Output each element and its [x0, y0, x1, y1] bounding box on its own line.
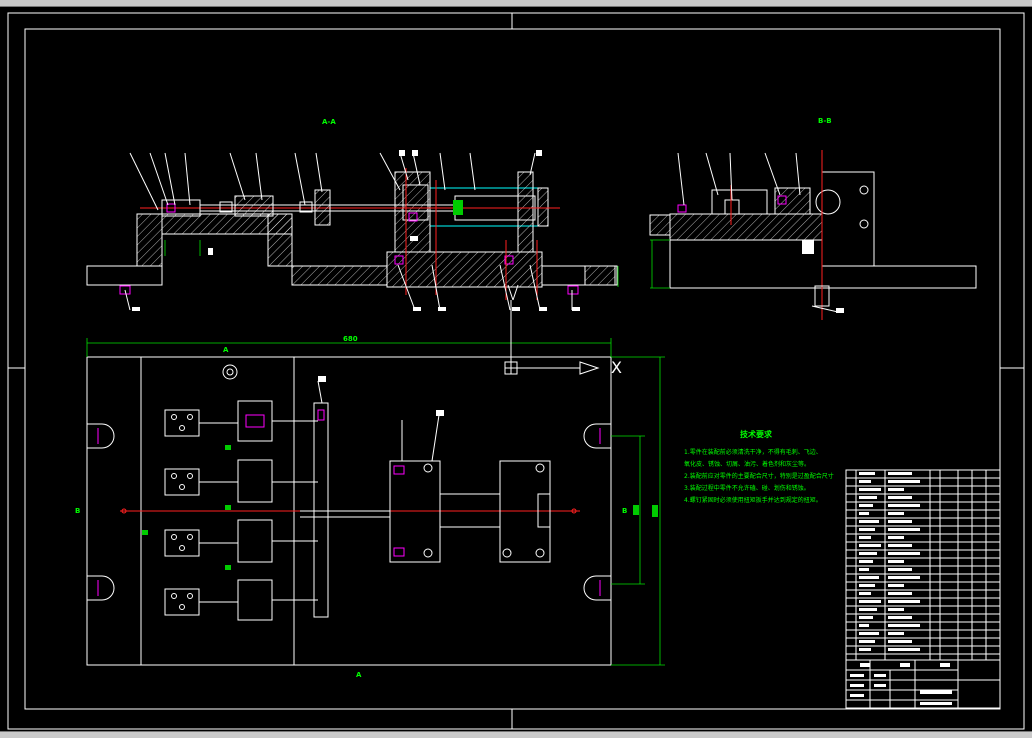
title-block — [845, 659, 1001, 709]
section-mark-a-bottom: A — [356, 671, 362, 679]
toolbar-strip — [0, 0, 1032, 7]
tech-req-line-5: 4.螺钉紧固时必须使用扭矩扳手并达到规定的扭矩。 — [684, 496, 822, 504]
overall-dimension-text: 680 — [343, 335, 358, 343]
section-view-a — [86, 150, 619, 311]
tech-req-title: 技术要求 — [740, 429, 773, 439]
status-strip — [0, 731, 1032, 738]
section-mark-b-right: B — [622, 507, 627, 515]
section-view-b — [649, 150, 977, 320]
section-mark-a-top: A — [223, 346, 229, 354]
tech-req-line-4: 3.装配过程中零件不允许磕、碰、划伤和锈蚀。 — [684, 484, 810, 492]
arrow-label: X — [611, 358, 622, 377]
tech-req-line-3: 2.装配前应对零件的主要配合尺寸，特别是过盈配合尺寸 — [684, 472, 834, 480]
view-label-b: B-B — [818, 117, 832, 125]
technical-requirements: 技术要求 1.零件在装配前必须清洗干净，不得有毛刺、飞边、 氧化皮、锈蚀、切屑、… — [684, 429, 834, 504]
plan-view: 680 A A B B X — [75, 300, 665, 679]
tech-req-line-1: 1.零件在装配前必须清洗干净，不得有毛刺、飞边、 — [684, 448, 822, 456]
clamp-row-3 — [164, 519, 318, 563]
clamp-row-1 — [164, 400, 318, 442]
cad-viewer-window: A-A B-B 680 A A B B X 技术要求 1.零件在装配前必须清洗干… — [0, 0, 1032, 738]
sheet-inner-border — [24, 28, 1001, 710]
clamp-row-4 — [164, 579, 318, 621]
drawing-canvas[interactable]: A-A B-B 680 A A B B X 技术要求 1.零件在装配前必须清洗干… — [0, 7, 1032, 731]
view-label-a: A-A — [322, 118, 336, 126]
parts-list-table — [845, 469, 1001, 661]
section-mark-b-left: B — [75, 507, 80, 515]
clamp-row-2 — [164, 459, 318, 503]
tech-req-line-2: 氧化皮、锈蚀、切屑、油污、着色剂和灰尘等。 — [684, 460, 810, 468]
